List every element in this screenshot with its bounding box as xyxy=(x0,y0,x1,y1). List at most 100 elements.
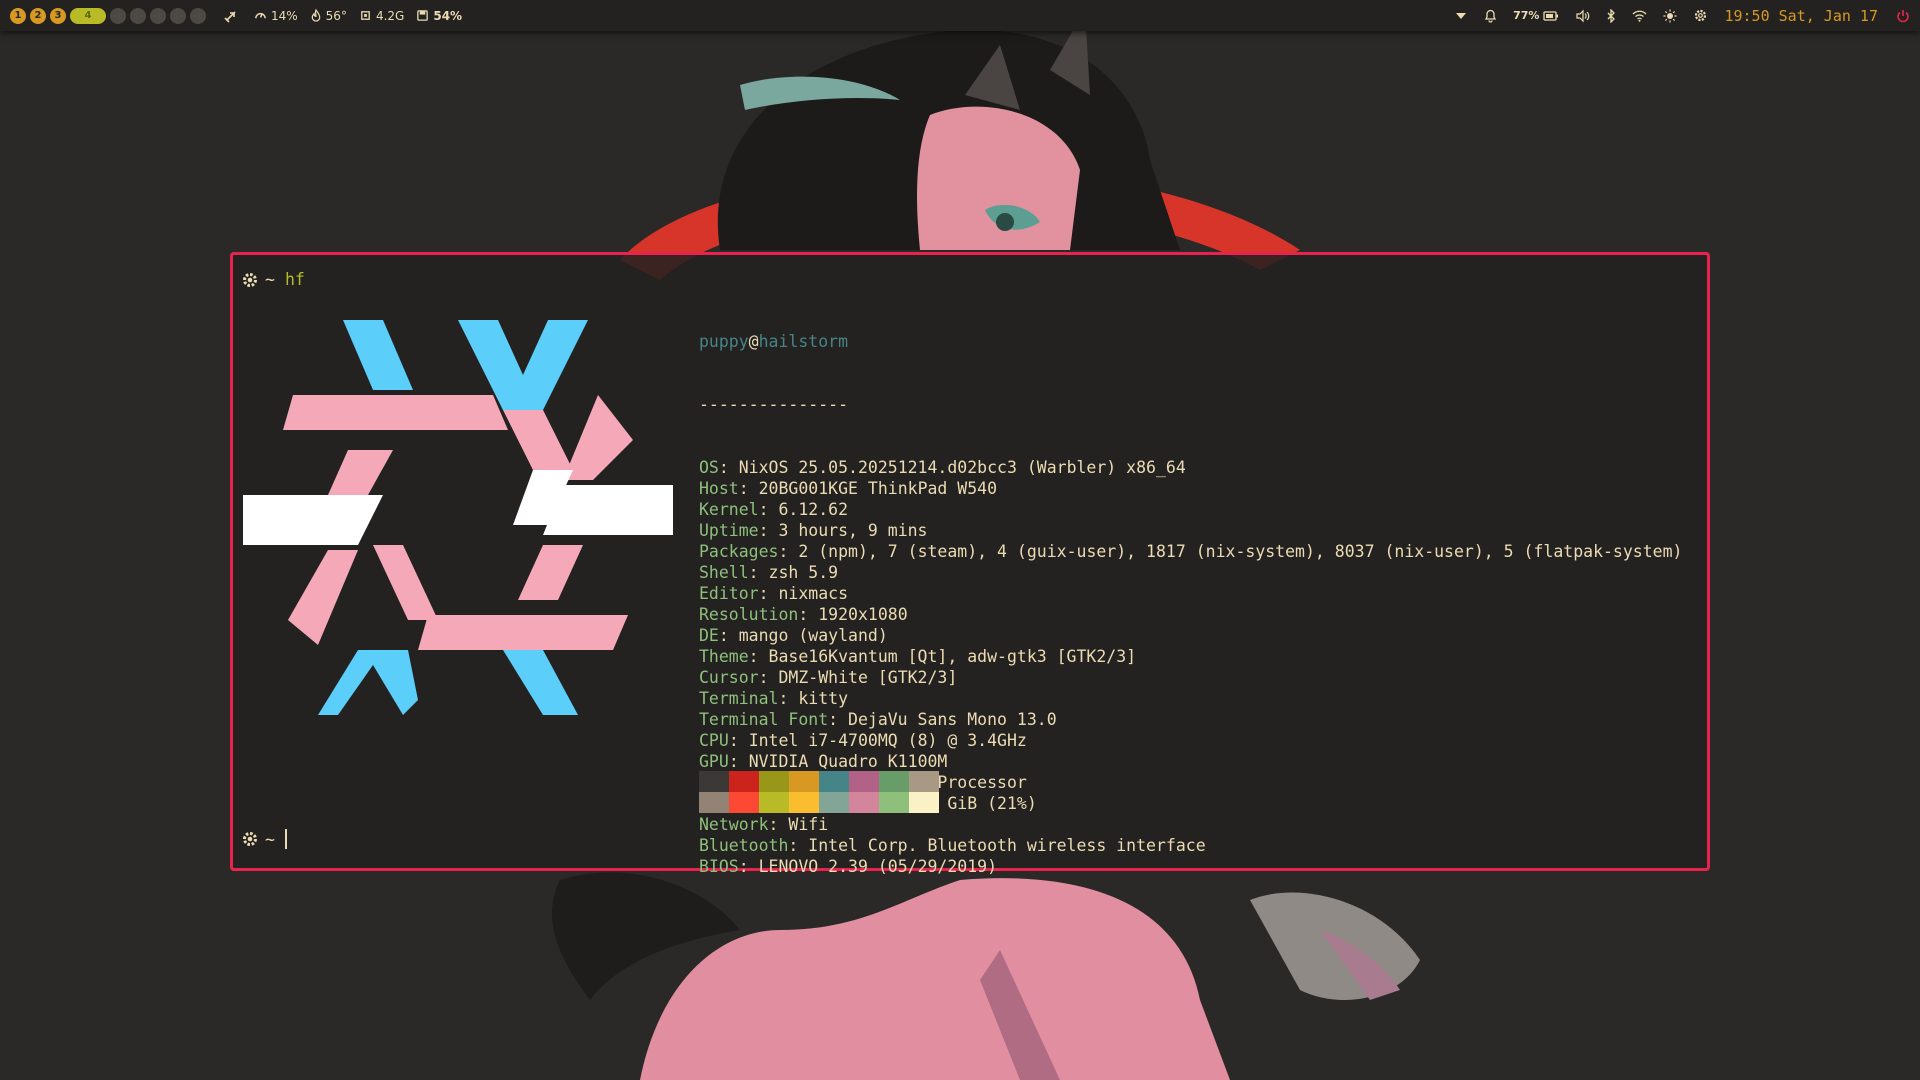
logo-arm-right-upper xyxy=(563,395,633,480)
color-swatch xyxy=(789,792,819,813)
info-value: Wifi xyxy=(788,815,829,834)
memory-usage[interactable]: 4.2G xyxy=(359,9,404,23)
disk-value: 54% xyxy=(433,8,463,23)
info-key: BIOS xyxy=(699,857,739,876)
logo-bar-bottom-right xyxy=(518,545,583,600)
wifi-control[interactable] xyxy=(1632,10,1647,22)
info-value: NixOS 25.05.20251214.d02bcc3 (Warbler) x… xyxy=(738,458,1186,477)
workspace-1[interactable]: 1 xyxy=(10,7,26,24)
gear-icon xyxy=(243,832,257,846)
workspace-2[interactable]: 2 xyxy=(30,7,46,24)
nixos-logo xyxy=(243,320,673,715)
prompt-line: ~ hf xyxy=(241,270,305,289)
workspace-label: 3 xyxy=(54,10,62,21)
brightness-icon xyxy=(1663,9,1677,22)
logo-lambda-bottom-left xyxy=(318,650,418,715)
color-swatch xyxy=(729,771,759,792)
color-swatch xyxy=(879,792,909,813)
info-field: GPU: NVIDIA Quadro K1100M xyxy=(699,752,948,771)
info-key: Terminal xyxy=(699,689,779,708)
workspace-5[interactable]: 5 xyxy=(110,7,126,24)
username: puppy xyxy=(699,332,749,351)
text-cursor xyxy=(284,829,287,849)
temperature[interactable]: 56° xyxy=(310,9,347,23)
cpu-value: 14% xyxy=(271,8,298,23)
workspace-label: 6 xyxy=(135,10,142,21)
volume-icon xyxy=(1576,9,1590,22)
info-key: CPU xyxy=(699,731,729,750)
info-key: Terminal Font xyxy=(699,710,829,729)
notifications-button[interactable] xyxy=(1484,9,1497,23)
color-swatch xyxy=(729,792,759,813)
power-button[interactable] xyxy=(1896,9,1910,23)
info-field: Packages: 2 (npm), 7 (steam), 4 (guix-us… xyxy=(699,542,1683,561)
tray-toggle[interactable] xyxy=(1454,11,1468,21)
color-swatch xyxy=(849,771,879,792)
info-value: mango (wayland) xyxy=(738,626,888,645)
color-swatch xyxy=(699,771,729,792)
info-field: Bluetooth: Intel Corp. Bluetooth wireles… xyxy=(699,836,1206,855)
color-swatch xyxy=(759,792,789,813)
info-field: BIOS: LENOVO 2.39 (05/29/2019) xyxy=(699,857,998,876)
launcher-button[interactable] xyxy=(224,9,242,23)
info-value: nixmacs xyxy=(778,584,849,603)
info-key: Network xyxy=(699,815,769,834)
bluetooth-control[interactable] xyxy=(1606,8,1616,23)
workspace-6[interactable]: 6 xyxy=(130,7,146,24)
disk-usage[interactable]: 54% xyxy=(416,9,462,23)
info-key: Host xyxy=(699,479,739,498)
logo-arm-top-right xyxy=(503,410,573,470)
logo-arm-left-upper xyxy=(328,450,393,495)
info-value: LENOVO 2.39 (05/29/2019) xyxy=(758,857,998,876)
info-field: CPU: Intel i7-4700MQ (8) @ 3.4GHz xyxy=(699,731,1027,750)
desktop: 1 2 3 4 5 6 7 8 9 14% 56° 4.2G xyxy=(0,0,1920,1080)
info-value: NVIDIA Quadro K1100M xyxy=(748,752,948,771)
temperature-value: 56° xyxy=(325,8,347,23)
info-field: Uptime: 3 hours, 9 mins xyxy=(699,521,928,540)
info-field: Kernel: 6.12.62 xyxy=(699,500,849,519)
info-field: Terminal: kitty xyxy=(699,689,849,708)
info-value: 6.12.62 xyxy=(778,500,849,519)
logo-bar-bottom xyxy=(418,615,628,650)
battery-status[interactable]: 77% xyxy=(1513,9,1559,22)
active-prompt-line: ~ xyxy=(241,829,287,849)
logo-arm-left-lower xyxy=(288,550,358,645)
rocket-icon xyxy=(224,10,236,23)
prompt-directory: ~ xyxy=(265,270,275,289)
info-key: Bluetooth xyxy=(699,836,789,855)
brightness-control[interactable] xyxy=(1663,9,1677,23)
info-field: Shell: zsh 5.9 xyxy=(699,563,839,582)
workspace-9[interactable]: 9 xyxy=(190,7,206,24)
info-key: Cursor xyxy=(699,668,759,687)
workspace-8[interactable]: 8 xyxy=(170,7,186,24)
info-value: DMZ-White [GTK2/3] xyxy=(778,668,958,687)
info-key: Kernel xyxy=(699,500,759,519)
prompt-directory: ~ xyxy=(265,829,275,849)
settings-button[interactable] xyxy=(1693,8,1708,23)
logo-lambda-top-left xyxy=(343,320,413,390)
info-field: DE: mango (wayland) xyxy=(699,626,888,645)
logo-arm-center-lower xyxy=(373,545,438,620)
info-key: GPU xyxy=(699,752,729,771)
info-key: Uptime xyxy=(699,521,759,540)
workspace-label: 4 xyxy=(84,10,92,21)
cpu-usage[interactable]: 14% xyxy=(254,9,298,23)
settings-icon xyxy=(1695,9,1707,22)
bar-right-section: 77% 19:50 Sat, Jan 17 xyxy=(1446,0,1914,31)
disk-icon xyxy=(417,10,429,21)
at-sign: @ xyxy=(748,332,759,351)
info-key: DE xyxy=(699,626,719,645)
color-swatch xyxy=(819,792,849,813)
user-host-line: puppy@hailstorm xyxy=(699,331,1682,352)
clock[interactable]: 19:50 Sat, Jan 17 xyxy=(1724,7,1878,25)
workspace-3[interactable]: 3 xyxy=(50,7,66,24)
volume-control[interactable] xyxy=(1575,9,1590,23)
info-key: Resolution xyxy=(699,605,799,624)
terminal-window[interactable]: ~ hf puppy@hailstorm --------------- OS:… xyxy=(230,252,1710,876)
flame-icon xyxy=(311,9,320,22)
workspace-4[interactable]: 4 xyxy=(70,7,106,24)
info-field: OS: NixOS 25.05.20251214.d02bcc3 (Warble… xyxy=(699,458,1186,477)
workspace-7[interactable]: 7 xyxy=(150,7,166,24)
system-info: puppy@hailstorm --------------- OS: NixO… xyxy=(699,289,1682,919)
info-value: 1920x1080 xyxy=(818,605,908,624)
